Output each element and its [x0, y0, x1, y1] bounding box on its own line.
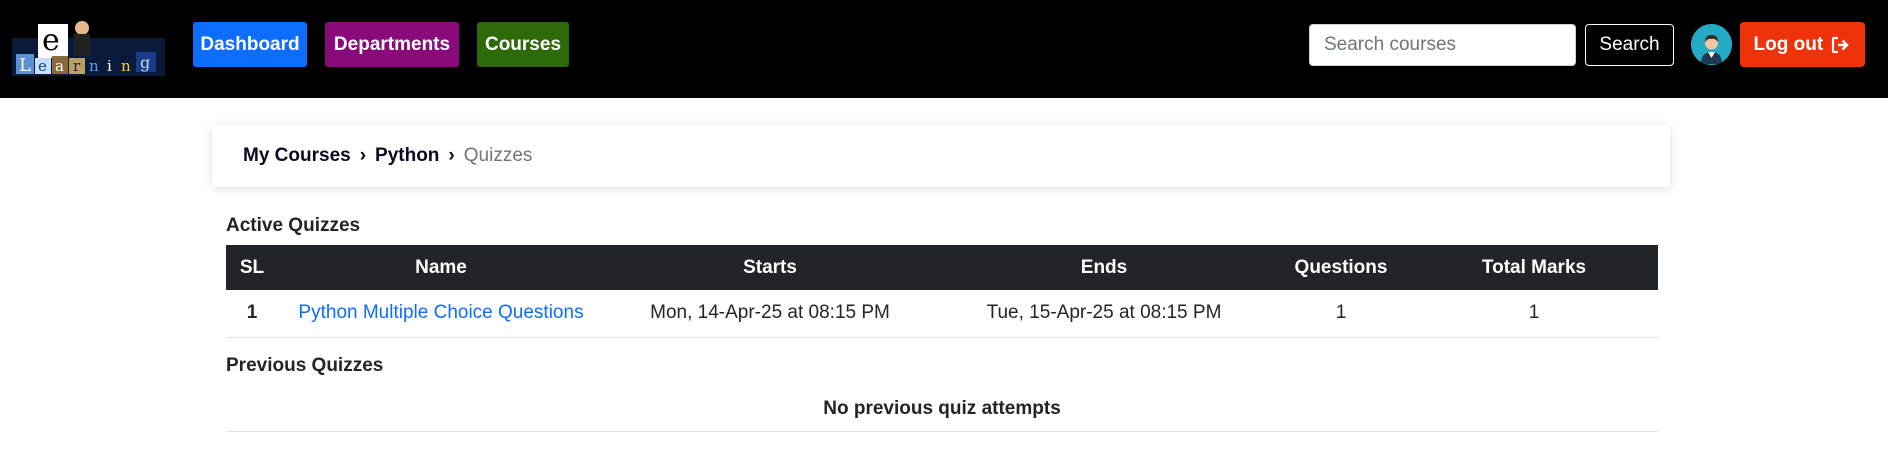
breadcrumb: My Courses › Python › Quizzes	[243, 125, 532, 187]
no-previous-quizzes-message: No previous quiz attempts	[226, 387, 1658, 432]
nav-courses-button[interactable]: Courses	[477, 22, 569, 67]
column-header-questions: Questions	[1272, 245, 1410, 290]
column-header-sl: SL	[226, 245, 278, 290]
svg-text:e: e	[38, 57, 47, 75]
breadcrumb-item-current: Quizzes	[463, 145, 533, 166]
column-header-name: Name	[278, 245, 604, 290]
search-button[interactable]: Search	[1585, 24, 1674, 66]
search-courses-input[interactable]	[1309, 24, 1576, 66]
nav-departments-button[interactable]: Departments	[325, 22, 459, 67]
table-row: 1 Python Multiple Choice Questions Mon, …	[226, 290, 1658, 338]
quiz-name-link[interactable]: Python Multiple Choice Questions	[298, 302, 583, 323]
sign-out-icon	[1832, 36, 1850, 54]
column-header-total-marks: Total Marks	[1410, 245, 1658, 290]
quiz-sl: 1	[226, 290, 278, 338]
quiz-total-marks: 1	[1410, 290, 1658, 338]
nav-dashboard-button[interactable]: Dashboard	[193, 22, 307, 67]
breadcrumb-card: My Courses › Python › Quizzes	[212, 125, 1670, 187]
user-avatar-icon	[1691, 24, 1732, 65]
logout-button[interactable]: Log out	[1740, 22, 1865, 67]
column-header-starts: Starts	[604, 245, 936, 290]
chevron-right-icon: ›	[448, 145, 455, 166]
svg-text:i: i	[107, 57, 112, 75]
breadcrumb-item-my-courses[interactable]: My Courses	[243, 145, 351, 166]
chevron-right-icon: ›	[359, 145, 367, 166]
column-header-ends: Ends	[936, 245, 1272, 290]
user-avatar[interactable]	[1691, 24, 1732, 65]
previous-quizzes-heading: Previous Quizzes	[226, 355, 384, 376]
top-navbar: e L e a r n i n g Dashboard Departments …	[0, 0, 1888, 98]
svg-text:r: r	[73, 57, 81, 75]
breadcrumb-item-python[interactable]: Python	[375, 145, 439, 166]
svg-text:n: n	[121, 57, 131, 75]
svg-text:L: L	[19, 55, 31, 76]
logout-label: Log out	[1753, 34, 1824, 55]
svg-text:a: a	[55, 57, 64, 75]
table-header-row: SL Name Starts Ends Questions Total Mark…	[226, 245, 1658, 290]
quiz-questions: 1	[1272, 290, 1410, 338]
svg-text:g: g	[140, 53, 150, 72]
svg-text:n: n	[89, 57, 99, 75]
quiz-name-cell: Python Multiple Choice Questions	[278, 290, 604, 338]
quiz-ends: Tue, 15-Apr-25 at 08:15 PM	[936, 290, 1272, 338]
active-quizzes-table: SL Name Starts Ends Questions Total Mark…	[226, 245, 1658, 338]
quiz-starts: Mon, 14-Apr-25 at 08:15 PM	[604, 290, 936, 338]
active-quizzes-heading: Active Quizzes	[226, 215, 361, 236]
elearning-logo[interactable]: e L e a r n i n g	[12, 16, 165, 76]
svg-text:e: e	[42, 23, 60, 58]
